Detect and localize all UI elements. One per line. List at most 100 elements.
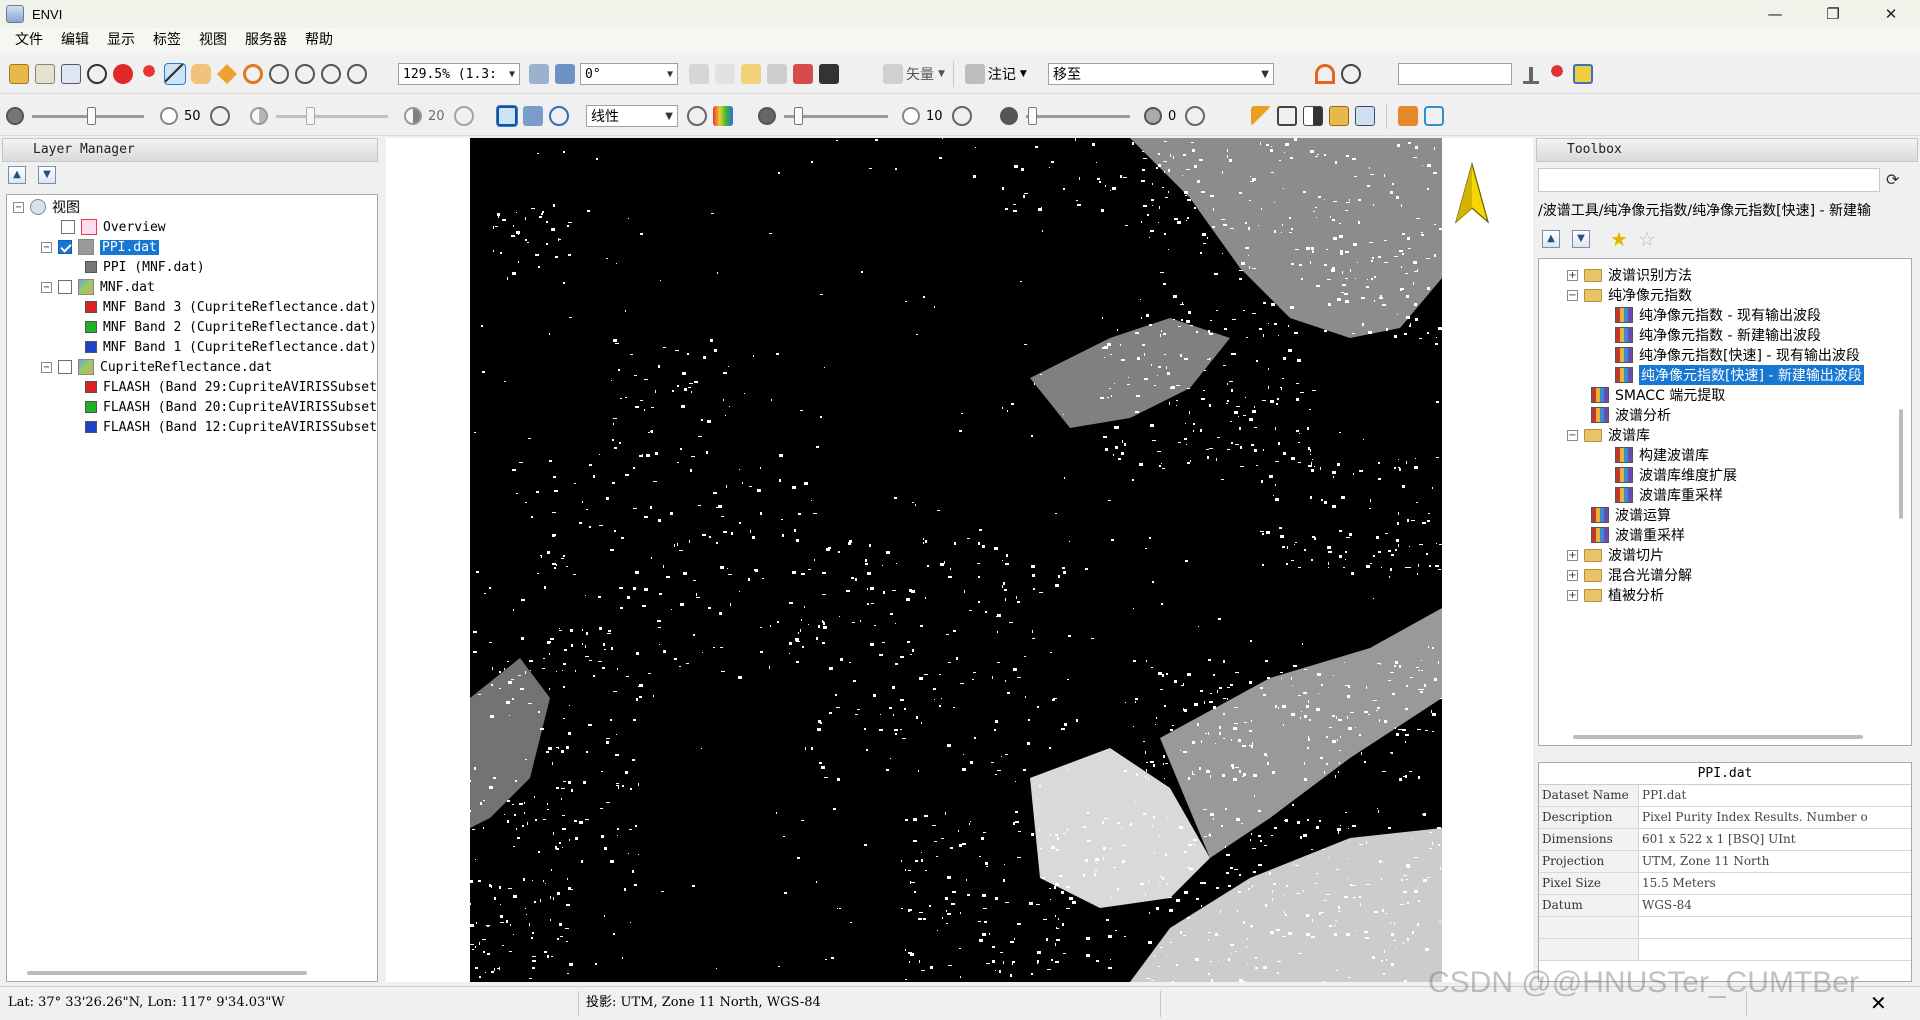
transparency-slider-thumb[interactable]	[1028, 106, 1037, 125]
tree-item-flaash-band-29[interactable]: FLAASH (Band 29:CupriteAVIRISSubset.	[85, 377, 377, 397]
tree-item-ppi-dat[interactable]: − PPI.dat	[41, 237, 159, 257]
menu-view[interactable]: 视图	[190, 28, 236, 52]
vector-icon[interactable]	[883, 64, 903, 84]
zoom-icon[interactable]	[269, 64, 289, 84]
menu-help[interactable]: 帮助	[296, 28, 342, 52]
horizontal-scrollbar[interactable]	[27, 971, 307, 975]
vertical-scrollbar[interactable]	[1899, 409, 1903, 519]
download-icon[interactable]	[1521, 64, 1541, 84]
tree-item-mnf-band-1[interactable]: MNF Band 1 (CupriteReflectance.dat)	[85, 337, 377, 357]
rotate-icon[interactable]	[243, 64, 263, 84]
rotate-left-icon[interactable]	[529, 64, 549, 84]
histogram-icon[interactable]	[523, 106, 543, 126]
contrast-slider-thumb[interactable]	[306, 106, 315, 125]
toolbox-item-fast-ppi-new-band[interactable]: 纯净像元指数[快速] - 新建输出波段	[1615, 365, 1864, 385]
expand-all-button[interactable]: ▼	[1572, 230, 1590, 248]
search-icon[interactable]	[1341, 64, 1361, 84]
layer-checkbox[interactable]	[58, 280, 72, 294]
menu-edit[interactable]: 编辑	[52, 28, 98, 52]
tree-item-flaash-band-20[interactable]: FLAASH (Band 20:CupriteAVIRISSubset.	[85, 397, 377, 417]
fly-icon[interactable]	[217, 64, 237, 84]
toolbox-icon[interactable]	[1398, 106, 1418, 126]
new-view-icon[interactable]	[61, 64, 81, 84]
close-button[interactable]: ✕	[1862, 0, 1920, 28]
swipe-icon[interactable]	[1355, 106, 1375, 126]
toolbox-item-spectral-resample[interactable]: 波谱重采样	[1591, 525, 1685, 545]
tree-item-view[interactable]: − 视图	[13, 197, 80, 217]
ppi-image-canvas[interactable]	[470, 138, 1442, 982]
toolbox-item-ppi-folder[interactable]: − 纯净像元指数	[1567, 285, 1692, 305]
profile-icon[interactable]	[741, 64, 761, 84]
horizontal-scrollbar[interactable]	[1573, 735, 1863, 739]
expand-all-button[interactable]: ▼	[38, 166, 56, 184]
collapse-all-button[interactable]: ▲	[1542, 230, 1560, 248]
contrast-slider[interactable]	[276, 106, 388, 125]
vertex-tool-icon[interactable]	[715, 64, 735, 84]
toolbox-item-ppi-new-band[interactable]: 纯净像元指数 - 新建输出波段	[1615, 325, 1821, 345]
menu-display[interactable]: 显示	[98, 28, 144, 52]
image-view[interactable]	[386, 138, 1533, 982]
layer-checkbox[interactable]	[58, 360, 72, 374]
portal-icon[interactable]	[819, 64, 839, 84]
menu-label[interactable]: 标签	[144, 28, 190, 52]
collapse-icon[interactable]: −	[41, 281, 52, 293]
edit-vector-icon[interactable]	[767, 64, 787, 84]
vector-tool-icon[interactable]	[689, 64, 709, 84]
maximize-button[interactable]: ❐	[1804, 0, 1862, 28]
toolbox-item-spectral-library[interactable]: − 波谱库	[1567, 425, 1650, 445]
toolbox-item-spectral-identification[interactable]: + 波谱识别方法	[1567, 265, 1692, 285]
toolbox-search-input[interactable]	[1538, 168, 1880, 192]
goto-combo[interactable]: 移至 ▼	[1048, 63, 1274, 85]
brightness-slider-thumb[interactable]	[87, 106, 96, 125]
toolbox-item-ppi-existing-band[interactable]: 纯净像元指数 - 现有输出波段	[1615, 305, 1821, 325]
data-manager-icon[interactable]	[35, 64, 55, 84]
collapse-icon[interactable]: −	[13, 201, 24, 213]
collapse-icon[interactable]: −	[41, 241, 52, 253]
favorite-star-outline-icon[interactable]: ☆	[1638, 227, 1656, 251]
transparency-slider[interactable]	[1026, 106, 1130, 125]
collapse-icon[interactable]: −	[41, 361, 52, 373]
toolbox-item-spectral-unmixing[interactable]: + 混合光谱分解	[1567, 565, 1692, 585]
link-views-icon[interactable]	[1424, 106, 1444, 126]
refresh-icon[interactable]	[951, 106, 972, 126]
layer-checkbox[interactable]	[61, 220, 75, 234]
zoom-fit-icon[interactable]	[347, 64, 367, 84]
pin-icon[interactable]	[139, 64, 159, 84]
refresh-icon[interactable]	[209, 106, 230, 126]
minimize-button[interactable]: —	[1746, 0, 1804, 28]
record-icon[interactable]	[113, 64, 133, 84]
refresh-icon[interactable]	[1185, 106, 1206, 126]
collapse-all-button[interactable]: ▲	[8, 166, 26, 184]
open-file-icon[interactable]	[9, 64, 29, 84]
zoom-in-icon[interactable]	[295, 64, 315, 84]
measure-icon[interactable]	[1251, 106, 1271, 126]
toolbox-item-library-dimension-expand[interactable]: 波谱库维度扩展	[1615, 465, 1737, 485]
stretch-icon[interactable]	[496, 105, 518, 127]
favorite-star-icon[interactable]: ★	[1610, 227, 1628, 251]
expand-icon[interactable]: +	[1567, 269, 1578, 281]
toolbox-item-vegetation-analysis[interactable]: + 植被分析	[1567, 585, 1664, 605]
vector-label[interactable]: 矢量	[906, 64, 934, 84]
search-input[interactable]	[1398, 63, 1512, 85]
zoom-combo[interactable]: 129.5% (1.3: ▼	[398, 63, 520, 85]
stretch-combo[interactable]: 线性 ▼	[586, 105, 678, 127]
menu-server[interactable]: 服务器	[236, 28, 296, 52]
toolbox-item-spectral-analysis[interactable]: 波谱分析	[1591, 405, 1671, 425]
toolbox-item-spectral-slice[interactable]: + 波谱切片	[1567, 545, 1664, 565]
tree-item-mnf-band-3[interactable]: MNF Band 3 (CupriteReflectance.dat)	[85, 297, 377, 317]
refresh-icon[interactable]	[453, 106, 474, 126]
view-portal-icon[interactable]	[1277, 106, 1297, 126]
close-status-icon[interactable]: ✕	[1870, 991, 1887, 1015]
arcgis-online-icon[interactable]	[1315, 64, 1335, 84]
toolbox-item-library-resample[interactable]: 波谱库重采样	[1615, 485, 1723, 505]
layer-checkbox[interactable]	[58, 240, 72, 254]
tree-item-mnf-dat[interactable]: − MNF.dat	[41, 277, 155, 297]
rotation-combo[interactable]: 0° ▼	[580, 63, 678, 85]
fit-view-icon[interactable]	[549, 106, 569, 126]
tree-item-overview[interactable]: Overview	[61, 217, 166, 237]
flicker-icon[interactable]	[1303, 106, 1323, 126]
annotation-icon[interactable]	[964, 64, 985, 84]
toolbox-item-spectral-math[interactable]: 波谱运算	[1591, 505, 1671, 525]
collapse-icon[interactable]: −	[1567, 429, 1578, 441]
expand-icon[interactable]: +	[1567, 589, 1578, 601]
